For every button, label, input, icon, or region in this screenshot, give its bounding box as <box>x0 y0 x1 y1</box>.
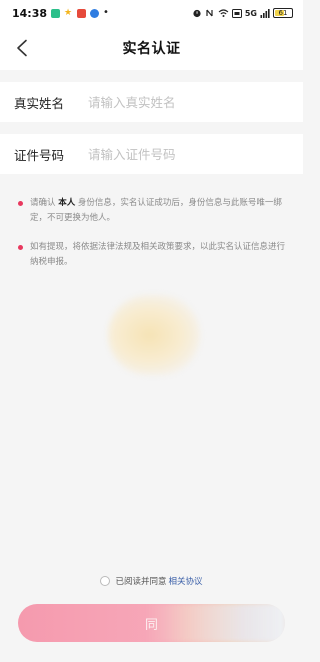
chevron-left-icon <box>17 39 27 57</box>
back-button[interactable] <box>8 34 36 62</box>
app-red-icon <box>77 8 87 18</box>
name-row: 真实姓名 <box>0 82 303 122</box>
agreement-checkbox[interactable] <box>100 576 111 586</box>
notice-prefix: 请确认 <box>30 198 59 208</box>
notice-item: 如有提现，将依据法律法规及相关政策要求，以此实名认证信息进行纳税申报。 <box>18 240 285 270</box>
button-blur-overlay <box>145 604 285 642</box>
status-bar: 14:38 ★ • 5G 61 <box>0 0 303 26</box>
name-label: 真实姓名 <box>14 95 65 111</box>
app-blue-icon <box>90 8 100 18</box>
nfc-icon <box>206 9 213 17</box>
agreement-row: 已阅读并同意 相关协议 <box>0 575 303 587</box>
status-time: 14:38 <box>12 6 48 20</box>
alarm-icon <box>193 9 201 18</box>
id-label: 证件号码 <box>14 147 65 163</box>
notice-strong: 本人 <box>58 198 76 208</box>
page-title: 实名认证 <box>122 41 181 57</box>
submit-button[interactable]: 同 <box>18 604 285 642</box>
bullet-dot-icon <box>18 201 23 206</box>
agreement-text: 已阅读并同意 <box>115 577 167 587</box>
battery-icon: 61 <box>273 8 293 18</box>
blurred-illustration <box>108 295 200 375</box>
hd-icon <box>231 8 242 18</box>
id-number-input[interactable] <box>88 146 289 162</box>
notice-item: 请确认 本人 身份信息，实名认证成功后，身份信息与此账号唯一绑定，不可更换为他人… <box>18 196 285 226</box>
status-right: 5G 61 <box>192 8 293 18</box>
signal-type: 5G <box>244 8 257 18</box>
nav-bar: 实名认证 <box>0 26 303 70</box>
name-input[interactable] <box>88 94 289 110</box>
status-left: 14:38 ★ • <box>12 7 109 20</box>
bullet-dot-icon <box>18 245 23 250</box>
star-icon: ★ <box>64 7 73 18</box>
notice-text: 请确认 本人 身份信息，实名认证成功后，身份信息与此账号唯一绑定，不可更换为他人… <box>30 196 285 226</box>
signal-icon <box>260 8 270 18</box>
battery-text: 61 <box>278 9 288 17</box>
id-row: 证件号码 <box>0 134 303 174</box>
wifi-icon <box>218 9 229 17</box>
agreement-link[interactable]: 相关协议 <box>169 575 203 587</box>
identity-form: 真实姓名 证件号码 <box>0 82 303 174</box>
real-name-auth-page: 14:38 ★ • 5G 61 实名认证 真实姓名 请输入真实姓名 证件号码 请… <box>0 0 303 662</box>
notice-text: 如有提现，将依据法律法规及相关政策要求，以此实名认证信息进行纳税申报。 <box>30 242 286 267</box>
notice-list: 请确认 本人 身份信息，实名认证成功后，身份信息与此账号唯一绑定，不可更换为他人… <box>0 196 303 270</box>
status-dot: • <box>103 7 109 18</box>
app-green-icon <box>51 8 61 18</box>
